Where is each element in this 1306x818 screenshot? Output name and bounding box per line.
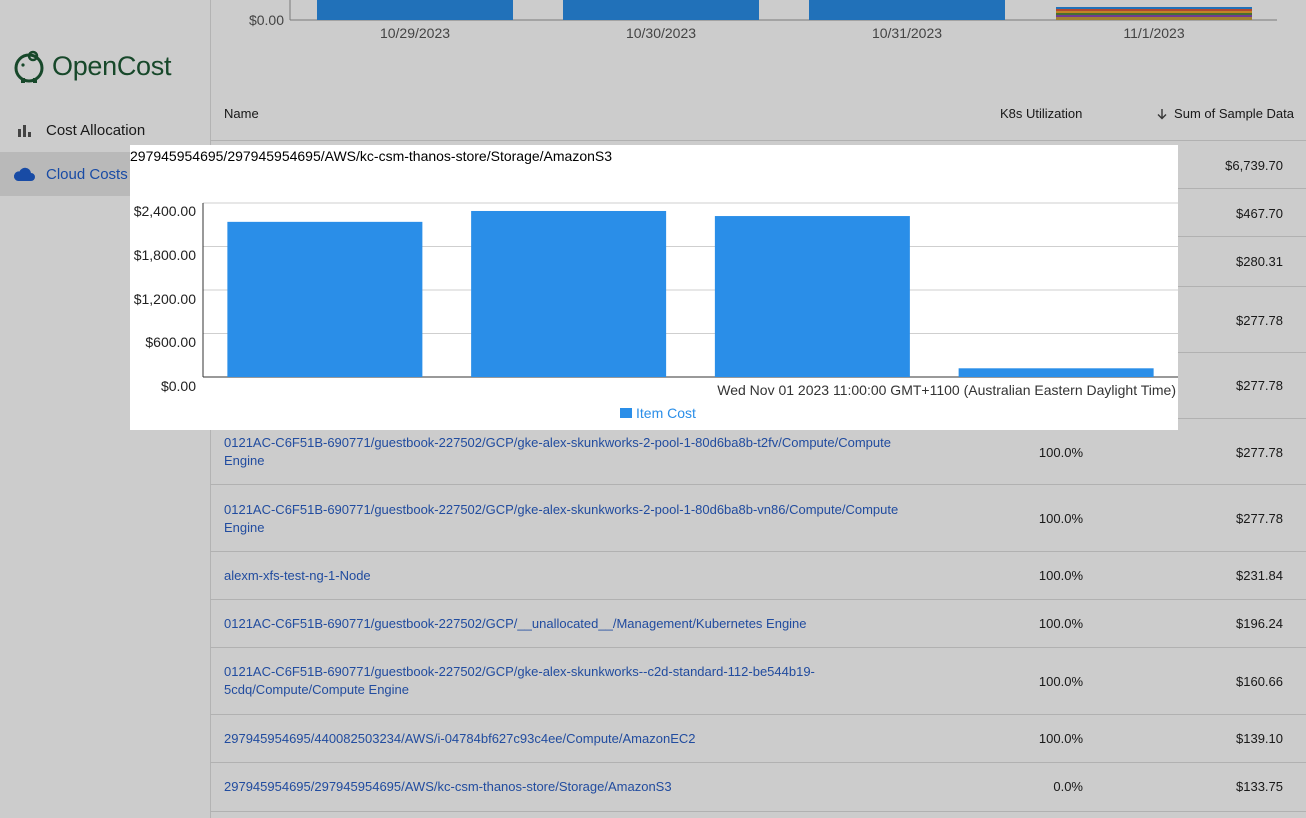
item-cost-chart (202, 202, 1178, 378)
bar[interactable] (227, 221, 423, 377)
cost-detail-modal: 297945954695/297945954695/AWS/kc-csm-tha… (130, 145, 1178, 430)
legend-label: Item Cost (636, 405, 696, 421)
bar[interactable] (714, 216, 910, 377)
bar[interactable] (958, 368, 1154, 377)
legend-swatch (620, 408, 632, 418)
x-axis-label: Wed Nov 01 2023 11:00:00 GMT+1100 (Austr… (717, 382, 1176, 398)
bar[interactable] (471, 210, 667, 377)
chart-legend[interactable]: Item Cost (620, 405, 696, 421)
